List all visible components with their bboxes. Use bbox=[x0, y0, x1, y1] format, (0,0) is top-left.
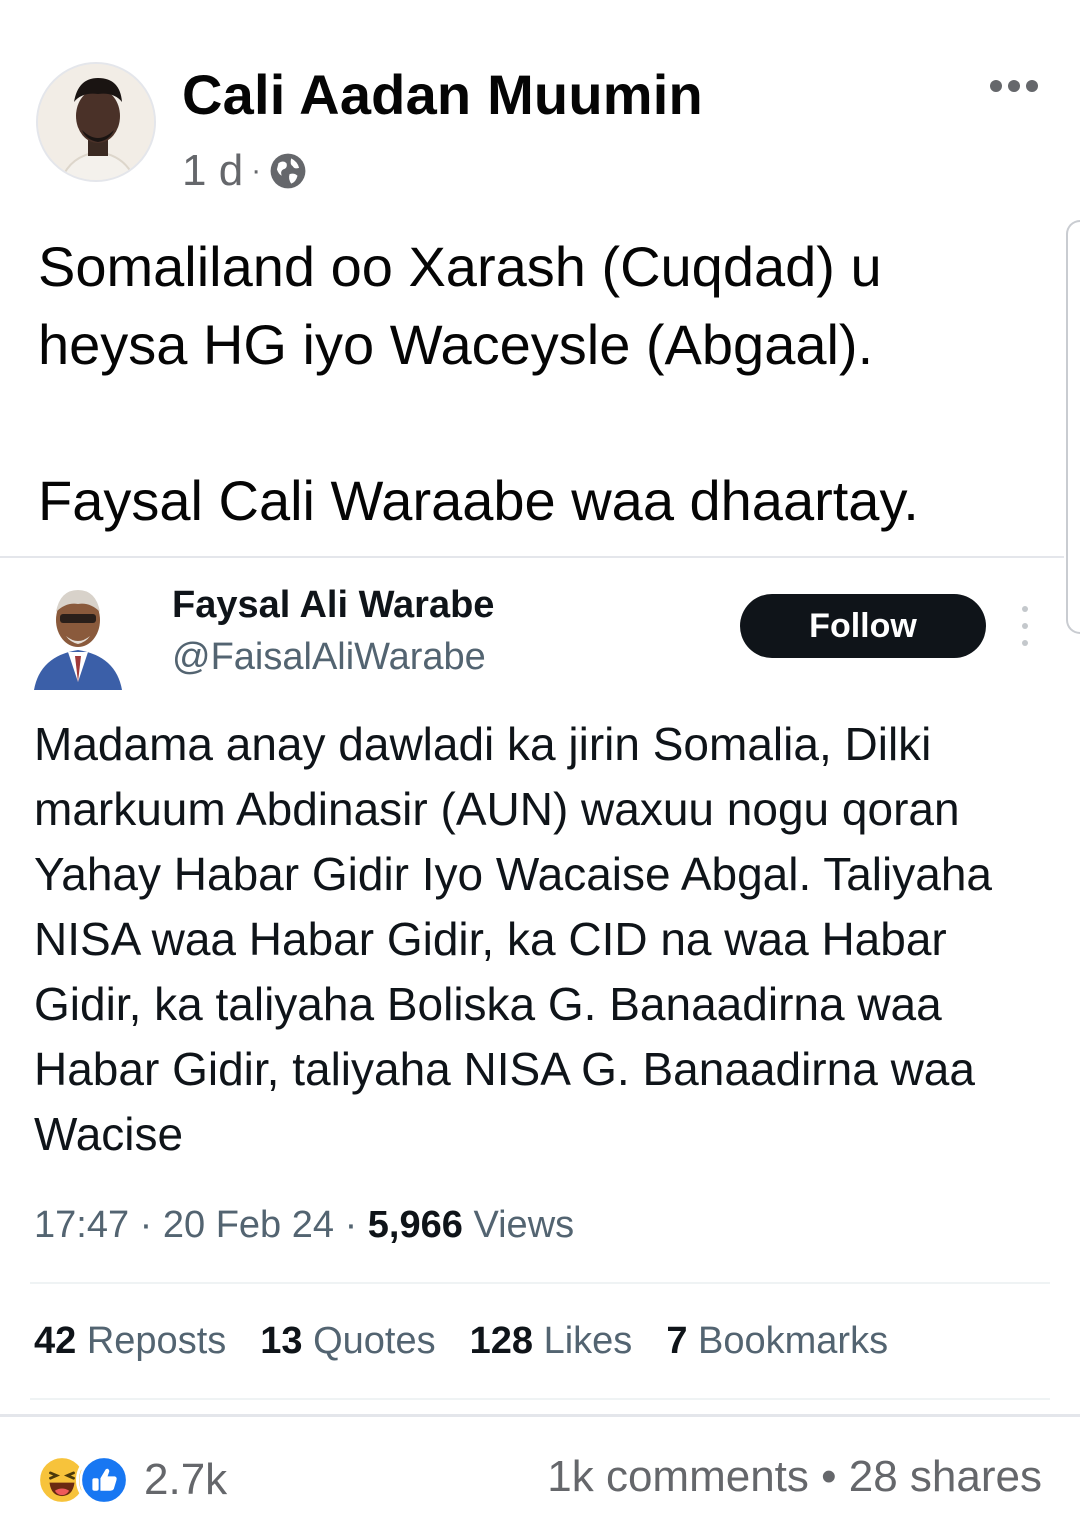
more-dot-icon bbox=[1008, 80, 1020, 92]
tweet-views-label: Views bbox=[473, 1204, 575, 1246]
like-reaction-icon bbox=[76, 1452, 132, 1508]
tweet-author-avatar bbox=[30, 582, 126, 690]
shares-count[interactable]: 28 shares bbox=[849, 1452, 1042, 1501]
tweet-avatar-image bbox=[34, 590, 122, 690]
tweet-time: 17:47 bbox=[34, 1204, 130, 1246]
post-text-line: Somaliland oo Xarash (Cuqdad) u bbox=[38, 235, 882, 298]
tweet-divider bbox=[30, 1398, 1050, 1400]
post-text-line: heysa HG iyo Waceysle (Abgaal). bbox=[38, 313, 874, 376]
engagement-summary: 1k comments • 28 shares bbox=[547, 1452, 1042, 1502]
more-dot-icon bbox=[1026, 80, 1038, 92]
bullet-separator: • bbox=[821, 1452, 837, 1501]
tweet-stat-quotes: 13 Quotes bbox=[260, 1320, 436, 1362]
meta-separator: · bbox=[251, 154, 262, 187]
reaction-count[interactable]: 2.7k bbox=[144, 1455, 227, 1505]
tweet-divider bbox=[30, 1282, 1050, 1284]
tweet-stat-reposts: 42 Reposts bbox=[34, 1320, 227, 1362]
post-time[interactable]: 1 d bbox=[182, 146, 243, 196]
divider bbox=[0, 1414, 1080, 1417]
reactions-summary[interactable]: 2.7k bbox=[34, 1452, 227, 1508]
author-avatar[interactable] bbox=[36, 62, 156, 182]
tweet-stat-bookmarks: 7 Bookmarks bbox=[666, 1320, 889, 1362]
post-author-name[interactable]: Cali Aadan Muumin bbox=[182, 62, 703, 127]
tweet-author-name: Faysal Ali Warabe bbox=[172, 584, 495, 626]
tweet-text: Madama anay dawladi ka jirin Somalia, Di… bbox=[34, 718, 992, 1160]
tweet-views-count: 5,966 bbox=[367, 1204, 463, 1246]
tweet-stats: 42 Reposts 13 Quotes 128 Likes 7 Bookmar… bbox=[34, 1320, 888, 1363]
avatar-image bbox=[38, 64, 154, 180]
post-more-options-button[interactable] bbox=[990, 74, 1050, 98]
tweet-more-icon bbox=[1020, 606, 1030, 646]
post-text-line: Faysal Cali Waraabe waa dhaartay. bbox=[38, 469, 919, 532]
tweet-author-handle: @FaisalAliWarabe bbox=[172, 636, 486, 678]
tweet-stat-likes: 128 Likes bbox=[469, 1320, 633, 1362]
post-meta: 1 d · bbox=[182, 146, 307, 196]
scrollbar[interactable] bbox=[1066, 220, 1080, 634]
comments-count[interactable]: 1k comments bbox=[547, 1452, 809, 1501]
more-dot-icon bbox=[990, 80, 1002, 92]
follow-button: Follow bbox=[740, 594, 986, 658]
post-text: Somaliland oo Xarash (Cuqdad) u heysa HG… bbox=[38, 228, 1048, 540]
divider bbox=[0, 556, 1064, 558]
globe-icon bbox=[270, 153, 306, 189]
tweet-date: 20 Feb 24 bbox=[162, 1204, 335, 1246]
tweet-meta: 17:47 · 20 Feb 24 · 5,966 Views bbox=[34, 1204, 575, 1246]
